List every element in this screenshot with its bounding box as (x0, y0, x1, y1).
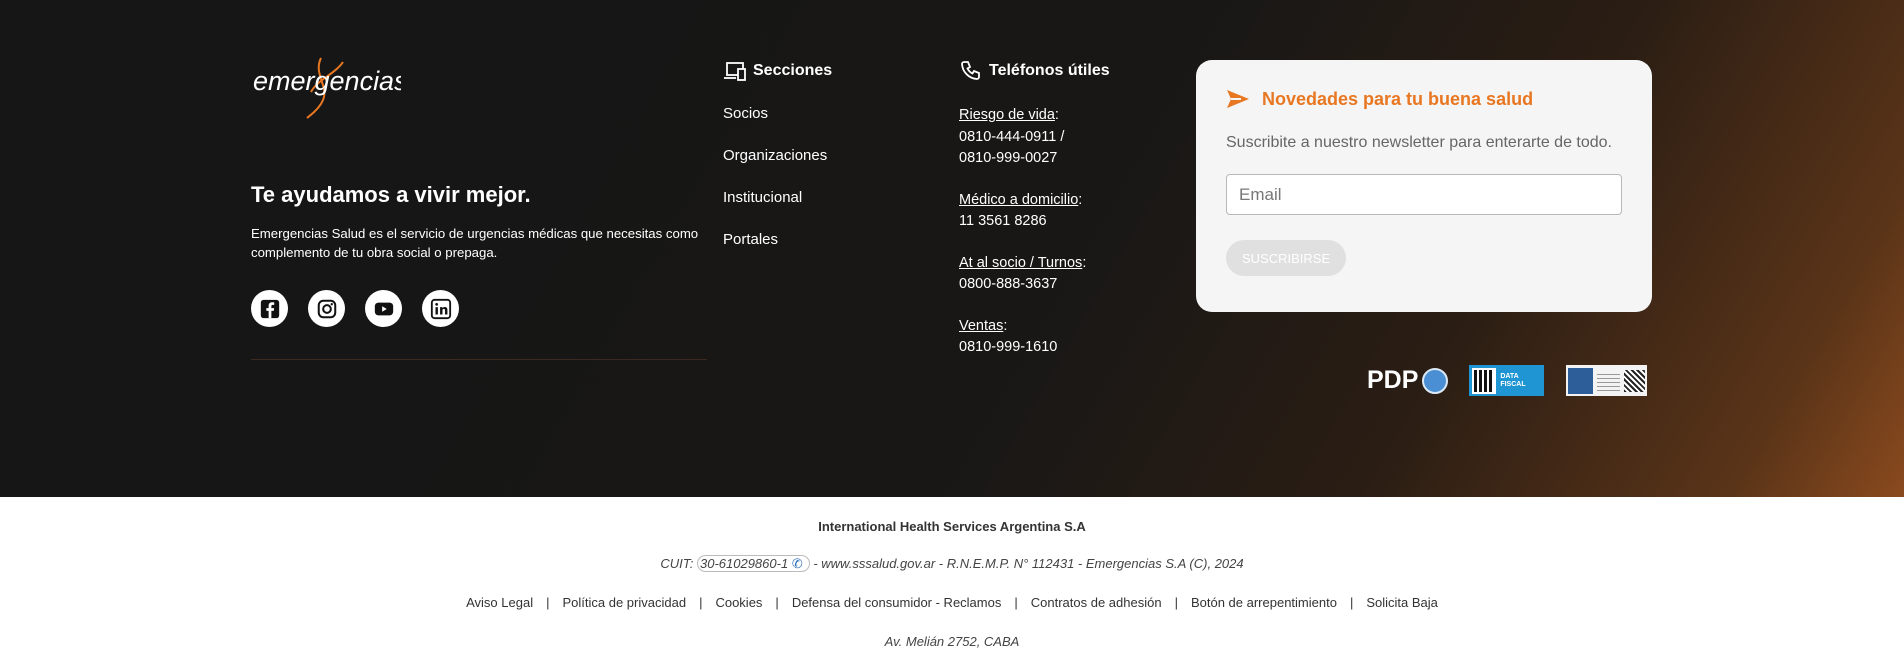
phone-item: Ventas: 0810-999-1610 (959, 317, 1058, 356)
linkedin-icon (430, 298, 451, 319)
social-links (251, 290, 707, 327)
datafiscal-badge[interactable]: DATA FISCAL (1469, 365, 1545, 396)
sections-item-portales[interactable]: Portales (723, 231, 832, 273)
phone-number[interactable]: 0810-444-0911 / (959, 129, 1064, 145)
phone-item: Médico a domicilio: 11 3561 8286 (959, 191, 1083, 230)
link-aviso-legal[interactable]: Aviso Legal (466, 595, 533, 610)
legal-links: Aviso Legal | Política de privacidad | Cooki… (466, 595, 1438, 610)
company-name: International Health Services Argentina … (818, 519, 1086, 534)
phone-number[interactable]: 0800-888-3637 (959, 276, 1057, 292)
phone-icon (961, 61, 980, 80)
sections-list: Socios Organizaciones Institucional Port… (723, 105, 832, 273)
sections-title: Secciones (723, 60, 832, 82)
send-icon (1227, 90, 1249, 108)
datafiscal-text: DATA FISCAL (1500, 372, 1526, 388)
sections-item-organizaciones[interactable]: Organizaciones (723, 147, 832, 189)
phone-label-medico[interactable]: Médico a domicilio (959, 192, 1078, 208)
newsletter-card: Novedades para tu buena salud Suscribite… (1196, 60, 1652, 312)
sections-item-socios[interactable]: Socios (723, 105, 832, 147)
instagram-link[interactable] (308, 290, 345, 327)
emergencias-logo[interactable]: emergencias (251, 56, 401, 120)
youtube-icon (374, 302, 393, 315)
sections-column: Secciones Socios Organizaciones Instituc… (723, 60, 832, 273)
brand-divider (251, 359, 707, 360)
phone-item: At al socio / Turnos: 0800-888-3637 (959, 254, 1087, 293)
pdp-seal-icon (1422, 367, 1449, 394)
phones-title: Teléfonos útiles (959, 60, 1110, 82)
cuit-prefix: CUIT: (660, 556, 694, 571)
phone-number[interactable]: 11 3561 8286 (959, 213, 1047, 229)
footer-legal-section: International Health Services Argentina … (0, 497, 1904, 658)
sections-item-institucional[interactable]: Institucional (723, 189, 832, 231)
link-cookies[interactable]: Cookies (715, 595, 762, 610)
brand-description: Emergencias Salud es el servicio de urge… (251, 226, 699, 260)
phones-list: Riesgo de vida: 0810-444-0911 / 0810-999… (959, 105, 1110, 359)
newsletter-title-text: Novedades para tu buena salud (1262, 88, 1534, 109)
email-field[interactable] (1226, 174, 1622, 215)
link-arrepentimiento[interactable]: Botón de arrepentimiento (1191, 595, 1337, 610)
link-privacidad[interactable]: Política de privacidad (562, 595, 686, 610)
youtube-link[interactable] (365, 290, 402, 327)
phones-title-text: Teléfonos útiles (989, 62, 1110, 79)
qr-code-icon (1472, 367, 1497, 394)
facebook-link[interactable] (251, 290, 288, 327)
tagline: Te ayudamos a vivir mejor. (251, 182, 531, 207)
sections-title-text: Secciones (753, 62, 833, 79)
phone-call-icon: ✆ (791, 556, 803, 571)
instagram-icon (317, 299, 336, 318)
pdp-badge[interactable]: PDP (1367, 366, 1449, 395)
cuit-rest: - www.sssalud.gov.ar - R.N.E.M.P. N° 112… (813, 556, 1244, 571)
logo-text: emergencias (253, 66, 401, 96)
address: Av. Melián 2752, CABA (884, 634, 1020, 649)
certification-badge[interactable] (1566, 365, 1648, 396)
cuit-number[interactable]: 30-61029860-1 ✆ (696, 555, 810, 572)
trust-badges: PDP DATA FISCAL (1367, 365, 1648, 396)
pdp-text: PDP (1367, 366, 1419, 394)
phone-number[interactable]: 0810-999-1610 (959, 339, 1057, 355)
devices-icon (724, 62, 746, 81)
phone-label-turnos[interactable]: At al socio / Turnos (959, 255, 1082, 271)
phone-label-ventas[interactable]: Ventas (959, 318, 1003, 334)
brand-column: emergencias Te ayudamos a vivir mejor. E… (251, 56, 707, 360)
footer-dark-section: emergencias Te ayudamos a vivir mejor. E… (0, 0, 1904, 497)
newsletter-title: Novedades para tu buena salud (1226, 88, 1622, 110)
phone-item: Riesgo de vida: 0810-444-0911 / 0810-999… (959, 107, 1065, 166)
link-solicita-baja[interactable]: Solicita Baja (1366, 595, 1438, 610)
facebook-icon (260, 299, 279, 318)
cert-logo-icon (1568, 367, 1594, 394)
cuit-line: CUIT: 30-61029860-1 ✆ - www.sssalud.gov.… (0, 555, 1904, 572)
phones-column: Teléfonos útiles Riesgo de vida: 0810-44… (959, 60, 1110, 379)
linkedin-link[interactable] (422, 290, 459, 327)
subscribe-button[interactable]: SUSCRIBIRSE (1226, 240, 1347, 276)
cert-qr-icon (1624, 369, 1646, 392)
link-defensa-consumidor[interactable]: Defensa del consumidor - Reclamos (792, 595, 1002, 610)
link-contratos[interactable]: Contratos de adhesión (1031, 595, 1162, 610)
phone-label-riesgo[interactable]: Riesgo de vida (959, 107, 1055, 123)
cert-fineprint (1597, 370, 1621, 391)
phone-number[interactable]: 0810-999-0027 (959, 150, 1057, 166)
newsletter-subtitle: Suscribite a nuestro newsletter para ent… (1226, 134, 1612, 151)
